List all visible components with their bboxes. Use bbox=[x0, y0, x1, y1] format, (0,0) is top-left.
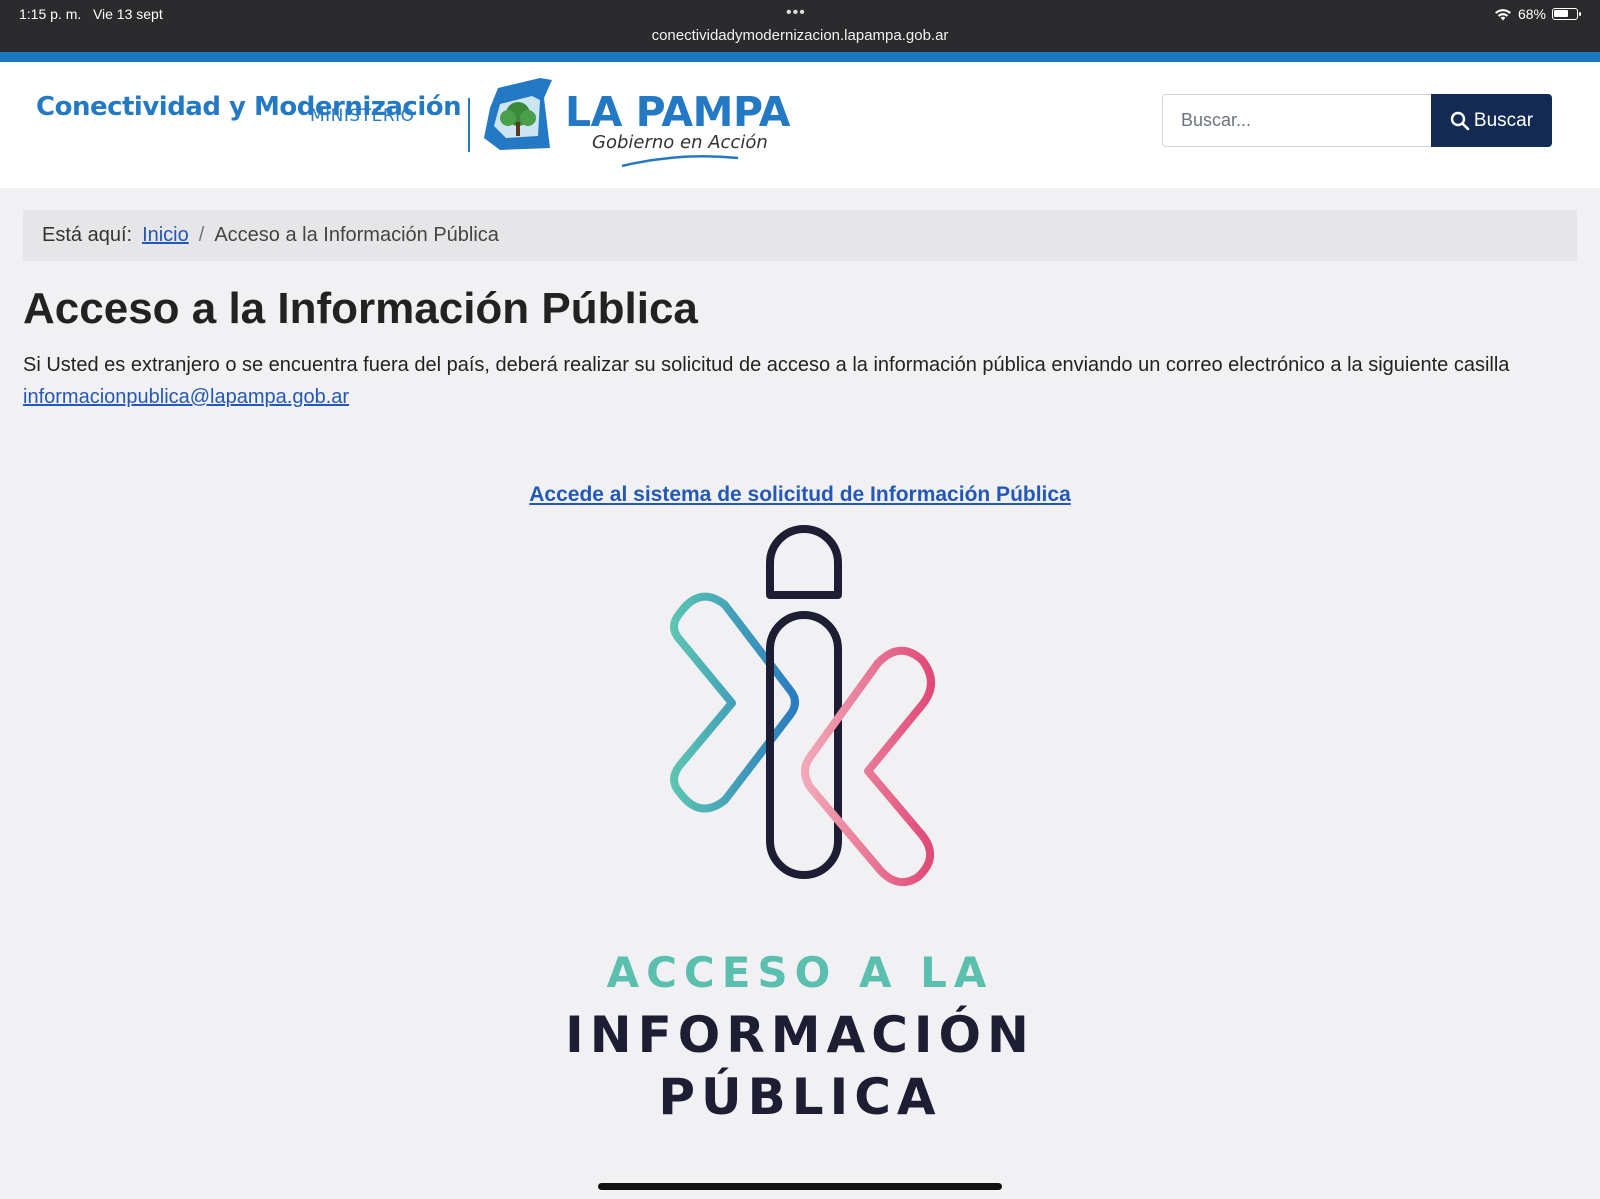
email-link[interactable]: informacionpublica@lapampa.gob.ar bbox=[23, 386, 349, 408]
status-time: 1:15 p. m. Vie 13 sept bbox=[19, 6, 163, 22]
status-indicators: 68% bbox=[1494, 6, 1581, 22]
home-indicator[interactable] bbox=[598, 1183, 1002, 1190]
ministry-label: MINISTERIO bbox=[310, 106, 415, 126]
breadcrumb-separator: / bbox=[198, 224, 205, 246]
request-system-link[interactable]: Accede al sistema de solicitud de Inform… bbox=[529, 483, 1071, 506]
logo-caption-line1: ACCESO A LA bbox=[606, 948, 994, 997]
battery-level bbox=[1554, 10, 1568, 17]
logo-caption-line2: INFORMACIÓN bbox=[565, 1006, 1035, 1064]
breadcrumb-home-link[interactable]: Inicio bbox=[142, 224, 189, 247]
breadcrumb: Está aquí: Inicio / Acceso a la Informac… bbox=[23, 210, 1577, 261]
access-info-logo-icon[interactable] bbox=[650, 525, 950, 905]
more-dots-icon[interactable]: ••• bbox=[786, 4, 806, 22]
date-text: Vie 13 sept bbox=[92, 6, 163, 22]
wifi-icon bbox=[1494, 8, 1511, 20]
battery-icon bbox=[1552, 8, 1581, 20]
la-pampa-map-icon bbox=[484, 78, 552, 150]
intro-text: Si Usted es extranjero o se encuentra fu… bbox=[23, 354, 1510, 376]
page-title: Acceso a la Información Pública bbox=[23, 284, 698, 333]
la-pampa-title: LA PAMPA bbox=[565, 88, 790, 136]
header-accent-bar bbox=[0, 52, 1600, 62]
site-header: Conectividad y Modernización MINISTERIO … bbox=[0, 62, 1600, 188]
breadcrumb-prefix: Está aquí: bbox=[42, 224, 133, 246]
logo-caption-line3: PÚBLICA bbox=[658, 1068, 942, 1126]
address-bar-url[interactable]: conectividadymodernizacion.lapampa.gob.a… bbox=[0, 27, 1600, 44]
la-pampa-slogan: Gobierno en Acción bbox=[592, 132, 768, 153]
search-icon bbox=[1450, 111, 1470, 130]
time-text: 1:15 p. m. bbox=[19, 6, 82, 22]
intro-paragraph: Si Usted es extranjero o se encuentra fu… bbox=[23, 349, 1563, 413]
search-input[interactable] bbox=[1162, 94, 1432, 147]
search-button-label: Buscar bbox=[1473, 109, 1534, 131]
status-bar: 1:15 p. m. Vie 13 sept ••• conectividady… bbox=[0, 0, 1600, 52]
breadcrumb-current: Acceso a la Información Pública bbox=[214, 224, 499, 246]
battery-percent: 68% bbox=[1517, 6, 1546, 22]
cta-container: Accede al sistema de solicitud de Inform… bbox=[0, 483, 1600, 507]
search-button[interactable]: Buscar bbox=[1431, 94, 1552, 147]
slogan-swoosh bbox=[621, 154, 739, 168]
logo-divider bbox=[468, 98, 470, 152]
